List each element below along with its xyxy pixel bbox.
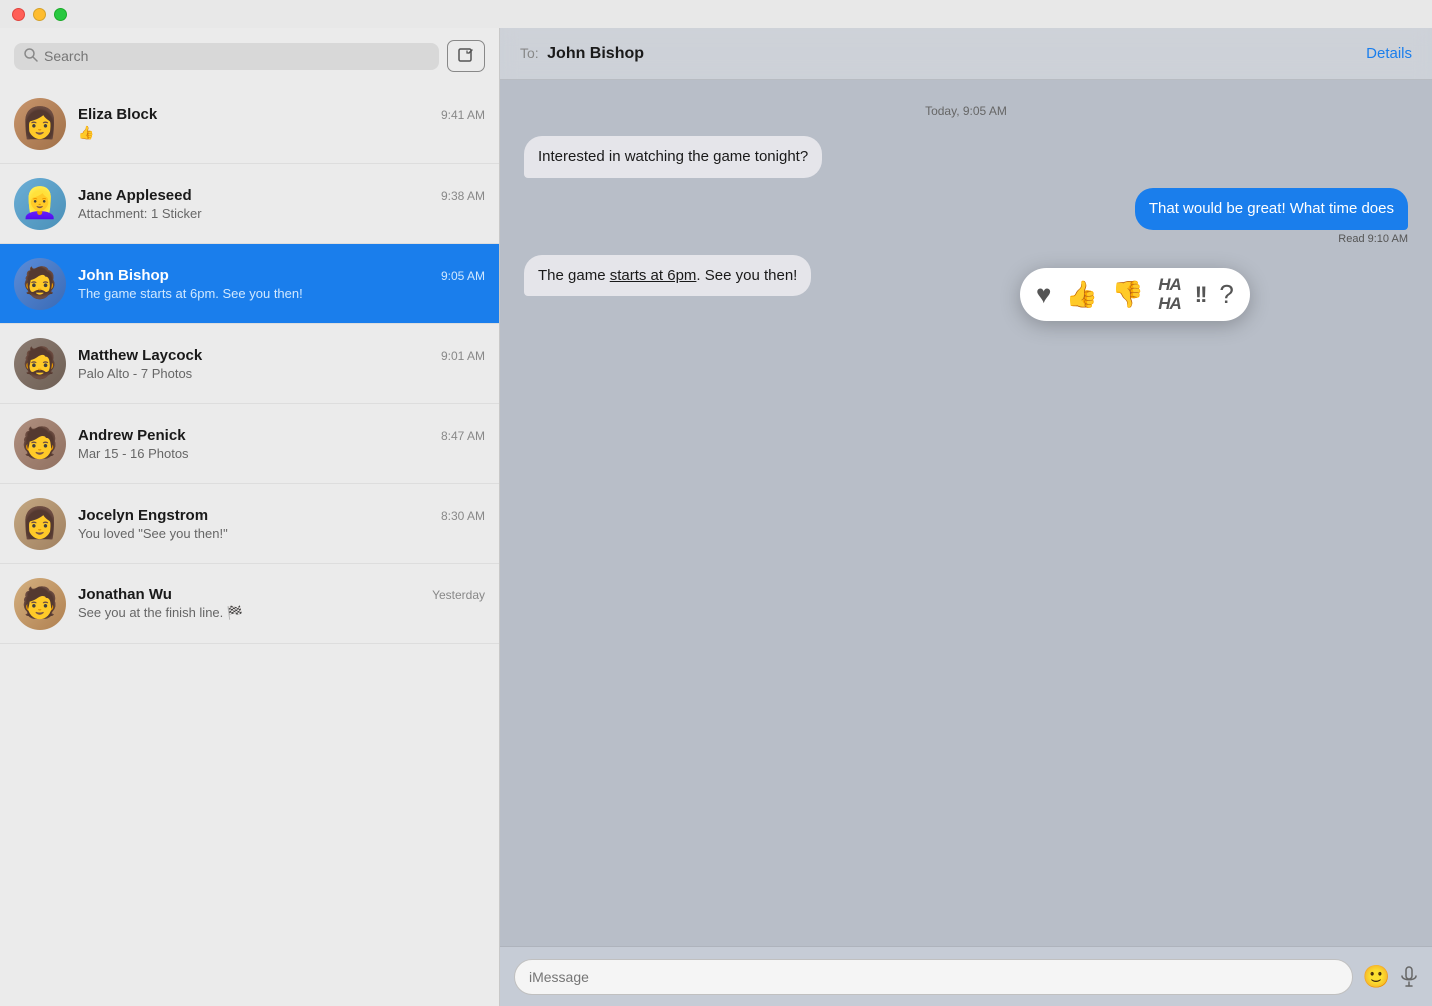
conversation-name: Jonathan Wu <box>78 586 172 603</box>
search-bar[interactable] <box>14 43 439 70</box>
conversation-preview: The game starts at 6pm. See you then! <box>78 286 485 301</box>
conversation-time: 9:41 AM <box>441 108 485 122</box>
conversation-item-eliza-block[interactable]: 👩 Eliza Block 9:41 AM 👍 <box>0 84 499 164</box>
conversation-item-jonathan-wu[interactable]: 🧑 Jonathan Wu Yesterday See you at the fini… <box>0 564 499 644</box>
recipient-label: To: John Bishop <box>520 45 644 63</box>
conversation-preview: Attachment: 1 Sticker <box>78 206 485 221</box>
conversation-preview: See you at the finish line. 🏁 <box>78 605 485 621</box>
conversation-preview: Palo Alto - 7 Photos <box>78 366 485 381</box>
conversation-time: 9:05 AM <box>441 269 485 283</box>
conversation-name: Jane Appleseed <box>78 187 192 204</box>
tapback-popup: ♥ 👍 👎 HAHA !! ? <box>1020 268 1250 321</box>
tapback-thumbs-up[interactable]: 👍 <box>1065 279 1097 310</box>
microphone-button[interactable] <box>1400 966 1418 988</box>
conversation-preview: 👍 <box>78 125 485 141</box>
chat-area: To: John Bishop Details Today, 9:05 AM I… <box>500 28 1432 1006</box>
sidebar: 👩 Eliza Block 9:41 AM 👍 👱‍♀️ Jane Appleseed 9:… <box>0 28 500 1006</box>
message-row: Interested in watching the game tonight? <box>524 136 1408 178</box>
conversation-item-john-bishop[interactable]: 🧔 John Bishop 9:05 AM The game starts at 6p… <box>0 244 499 324</box>
search-icon <box>24 48 38 65</box>
read-receipt: Read 9:10 AM <box>1338 233 1408 245</box>
conversation-info: Jonathan Wu Yesterday See you at the finis… <box>78 586 485 621</box>
message-row: The game starts at 6pm. See you then! <box>524 255 1408 297</box>
tapback-heart[interactable]: ♥ <box>1036 279 1051 310</box>
conversation-name: Matthew Laycock <box>78 347 202 364</box>
conversation-info: Matthew Laycock 9:01 AM Palo Alto - 7 Phot… <box>78 347 485 381</box>
avatar: 👱‍♀️ <box>14 178 66 230</box>
to-label: To: <box>520 45 539 61</box>
underlined-text: starts at 6pm <box>610 267 697 284</box>
avatar: 🧑 <box>14 418 66 470</box>
conversation-item-jane-appleseed[interactable]: 👱‍♀️ Jane Appleseed 9:38 AM Attachment: 1 S… <box>0 164 499 244</box>
titlebar <box>0 0 1432 28</box>
input-area: 🙂 <box>500 946 1432 1006</box>
avatar: 👩 <box>14 98 66 150</box>
conversation-item-jocelyn-engstrom[interactable]: 👩 Jocelyn Engstrom 8:30 AM You loved "See y… <box>0 484 499 564</box>
conversation-info: Eliza Block 9:41 AM 👍 <box>78 106 485 141</box>
avatar: 👩 <box>14 498 66 550</box>
details-button[interactable]: Details <box>1366 45 1412 62</box>
tapback-haha[interactable]: HAHA <box>1158 276 1181 313</box>
conversation-name: Eliza Block <box>78 106 157 123</box>
message-row: That would be great! What time does Read… <box>524 188 1408 245</box>
chat-header: To: John Bishop Details <box>500 28 1432 80</box>
tapback-question[interactable]: ? <box>1219 279 1233 310</box>
conversation-time: 9:01 AM <box>441 349 485 363</box>
conversation-name: Jocelyn Engstrom <box>78 507 208 524</box>
avatar: 🧑 <box>14 578 66 630</box>
conversation-preview: Mar 15 - 16 Photos <box>78 446 485 461</box>
conversation-time: 8:30 AM <box>441 509 485 523</box>
conversation-info: Jocelyn Engstrom 8:30 AM You loved "See yo… <box>78 507 485 541</box>
message-bubble-incoming-2: The game starts at 6pm. See you then! <box>524 255 811 297</box>
tapback-exclaim[interactable]: !! <box>1195 282 1206 308</box>
conversation-name: John Bishop <box>78 267 169 284</box>
sidebar-header <box>0 28 499 84</box>
avatar: 🧔 <box>14 338 66 390</box>
search-input[interactable] <box>44 48 429 64</box>
minimize-button[interactable] <box>33 8 46 21</box>
conversation-item-matthew-laycock[interactable]: 🧔 Matthew Laycock 9:01 AM Palo Alto - 7 Pho… <box>0 324 499 404</box>
app-container: 👩 Eliza Block 9:41 AM 👍 👱‍♀️ Jane Appleseed 9:… <box>0 28 1432 1006</box>
conversation-time: Yesterday <box>432 588 485 602</box>
maximize-button[interactable] <box>54 8 67 21</box>
recipient-name: John Bishop <box>547 45 644 62</box>
conversation-item-andrew-penick[interactable]: 🧑 Andrew Penick 8:47 AM Mar 15 - 16 Photos <box>0 404 499 484</box>
tapback-thumbs-down[interactable]: 👎 <box>1112 279 1144 310</box>
close-button[interactable] <box>12 8 25 21</box>
conversation-info: Andrew Penick 8:47 AM Mar 15 - 16 Photos <box>78 427 485 461</box>
date-divider: Today, 9:05 AM <box>524 104 1408 118</box>
messages-area: Today, 9:05 AM Interested in watching th… <box>500 80 1432 946</box>
message-bubble-outgoing-1: That would be great! What time does <box>1135 188 1408 230</box>
conversation-time: 9:38 AM <box>441 189 485 203</box>
avatar: 🧔 <box>14 258 66 310</box>
conversation-info: Jane Appleseed 9:38 AM Attachment: 1 Stick… <box>78 187 485 221</box>
conversation-preview: You loved "See you then!" <box>78 526 485 541</box>
conversation-info: John Bishop 9:05 AM The game starts at 6pm… <box>78 267 485 301</box>
compose-button[interactable] <box>447 40 485 72</box>
conversation-list: 👩 Eliza Block 9:41 AM 👍 👱‍♀️ Jane Appleseed 9:… <box>0 84 499 1006</box>
conversation-time: 8:47 AM <box>441 429 485 443</box>
message-bubble-incoming-1: Interested in watching the game tonight? <box>524 136 822 178</box>
emoji-button[interactable]: 🙂 <box>1363 964 1390 990</box>
imessage-input[interactable] <box>514 959 1353 995</box>
conversation-name: Andrew Penick <box>78 427 186 444</box>
